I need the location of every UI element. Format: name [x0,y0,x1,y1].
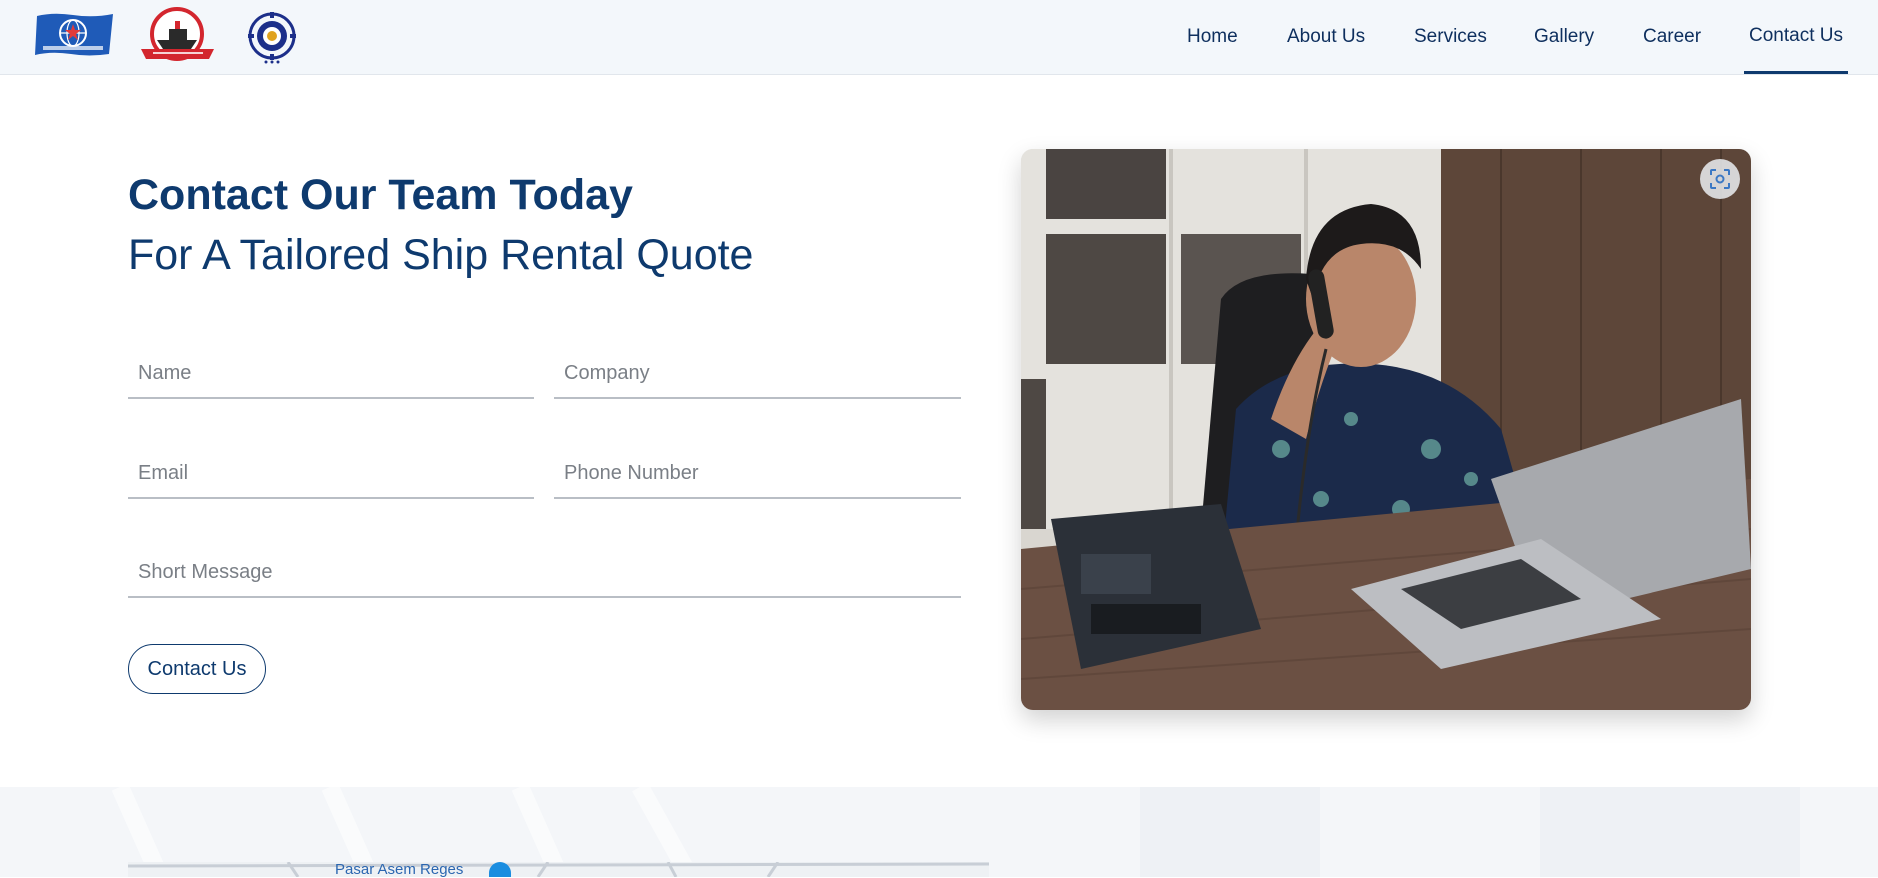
nav-home[interactable]: Home [1187,0,1238,75]
page-title: Contact Our Team Today [128,171,633,219]
name-field-wrapper [128,347,534,399]
flag-logo[interactable] [33,10,116,58]
nav-about-us[interactable]: About Us [1287,0,1365,75]
map-cart-icon [489,862,511,877]
email-input[interactable] [128,447,534,497]
site-header: Home About Us Services Gallery Career Co… [0,0,1878,75]
message-input[interactable] [128,546,961,596]
nav-career[interactable]: Career [1643,0,1701,75]
company-field-wrapper [554,347,961,399]
nav-contact-us[interactable]: Contact Us [1744,0,1848,75]
lens-icon[interactable] [1700,159,1740,199]
contact-us-button[interactable]: Contact Us [128,644,266,694]
message-field-wrapper [128,546,961,598]
office-photo [1021,149,1751,710]
nav-gallery[interactable]: Gallery [1534,0,1594,75]
map-place-label: Pasar Asem Reges [335,861,464,878]
map-embed[interactable] [128,862,989,877]
email-field-wrapper [128,447,534,499]
company-input[interactable] [554,347,961,397]
ship-logo[interactable] [139,7,216,62]
nav-services[interactable]: Services [1414,0,1487,75]
name-input[interactable] [128,347,534,397]
phone-input[interactable] [554,447,961,497]
phone-field-wrapper [554,447,961,499]
page-subtitle: For A Tailored Ship Rental Quote [128,231,754,279]
gear-logo[interactable] [240,4,304,64]
